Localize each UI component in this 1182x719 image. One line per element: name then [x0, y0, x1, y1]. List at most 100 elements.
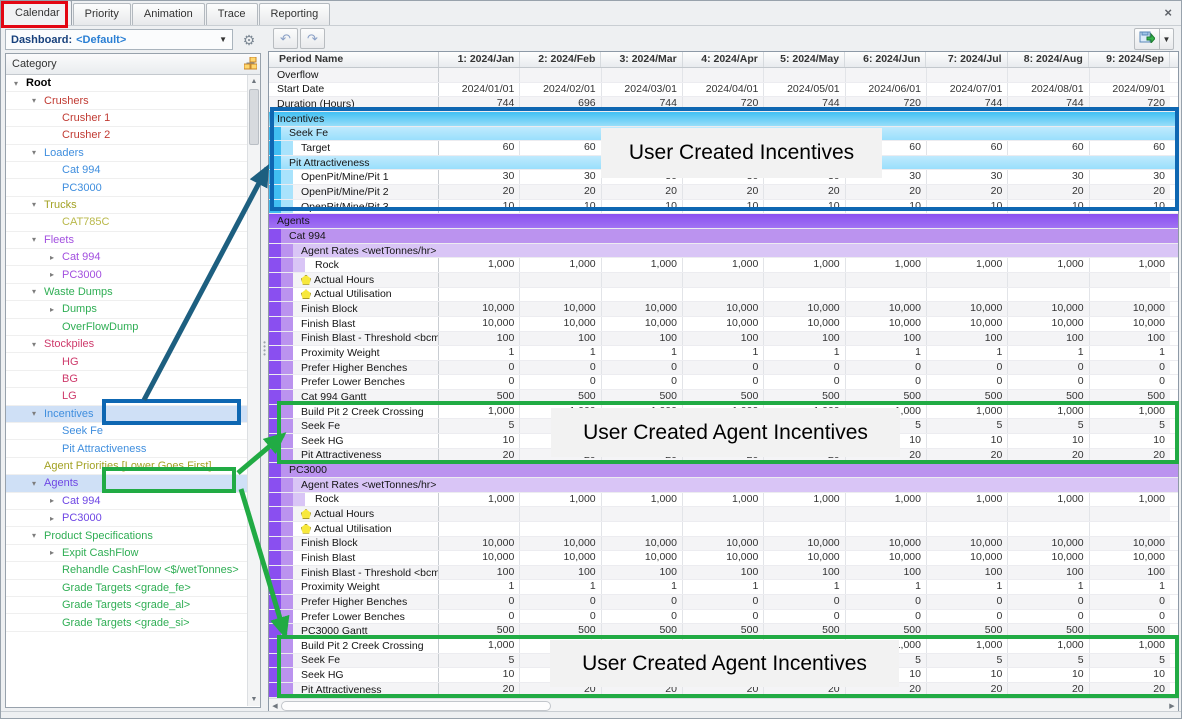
export-dropdown-button[interactable]: ▼	[1160, 28, 1174, 50]
grid-cell[interactable]: 10,000	[846, 551, 927, 565]
grid-row-label-cell[interactable]: Actual Utilisation	[293, 288, 439, 302]
grid-cell[interactable]: 100	[520, 332, 601, 346]
grid-cell[interactable]: 1	[1090, 580, 1170, 594]
grid-section-agent-rates-wettonnes-hr[interactable]: Agent Rates <wetTonnes/hr>	[293, 244, 1178, 258]
grid-cell[interactable]	[927, 288, 1008, 302]
grid-cell[interactable]	[1090, 273, 1170, 287]
grid-cell[interactable]: 1,000	[1090, 258, 1170, 272]
export-button[interactable]	[1134, 28, 1160, 50]
column-header-9-2024-sep[interactable]: 9: 2024/Sep	[1089, 52, 1170, 67]
tree-item-waste-dumps[interactable]: ▾Waste Dumps	[6, 284, 247, 301]
grid-cell[interactable]: 10	[602, 200, 683, 214]
grid-cell[interactable]	[927, 507, 1008, 521]
grid-cell[interactable]: 20	[846, 683, 927, 697]
grid-cell[interactable]: 500	[520, 624, 601, 638]
grid-cell[interactable]	[764, 68, 845, 82]
grid-cell[interactable]: 20	[683, 683, 764, 697]
grid-cell[interactable]: 20	[1090, 185, 1170, 199]
grid-cell[interactable]: 720	[683, 97, 764, 111]
tab-trace[interactable]: Trace	[206, 3, 258, 25]
category-column-header[interactable]: Category	[6, 54, 260, 75]
tree-item-cat785c[interactable]: CAT785C	[6, 214, 247, 231]
grid-cell[interactable]: 0	[439, 361, 520, 375]
expander-open-icon[interactable]: ▾	[32, 409, 44, 418]
grid-cell[interactable]: 30	[764, 170, 845, 184]
grid-cell[interactable]: 500	[683, 624, 764, 638]
column-header-5-2024-may[interactable]: 5: 2024/May	[764, 52, 845, 67]
grid-cell[interactable]: 10,000	[439, 551, 520, 565]
tree-item-root[interactable]: ▾Root	[6, 75, 247, 92]
grid-cell[interactable]: 10	[1008, 668, 1089, 682]
expander-open-icon[interactable]: ▾	[32, 287, 44, 296]
grid-cell[interactable]: 5	[846, 654, 927, 668]
grid-cell[interactable]: 720	[846, 97, 927, 111]
grid-cell[interactable]: 60	[683, 141, 764, 155]
grid-cell[interactable]: 5	[520, 419, 601, 433]
grid-cell[interactable]: 1	[683, 580, 764, 594]
grid-cell[interactable]: 100	[927, 566, 1008, 580]
grid-cell[interactable]: 30	[927, 170, 1008, 184]
grid-cell[interactable]: 1,000	[846, 639, 927, 653]
column-header-1-2024-jan[interactable]: 1: 2024/Jan	[439, 52, 520, 67]
grid-cell[interactable]: 500	[1090, 390, 1170, 404]
grid-cell[interactable]: 0	[927, 375, 1008, 389]
grid-cell[interactable]: 1	[520, 580, 601, 594]
grid-cell[interactable]: 500	[602, 624, 683, 638]
grid-cell[interactable]: 10	[683, 434, 764, 448]
expander-closed-icon[interactable]: ▸	[50, 514, 62, 523]
grid-cell[interactable]: 1,000	[1090, 405, 1170, 419]
grid-cell[interactable]: 1,000	[520, 639, 601, 653]
grid-cell[interactable]: 20	[439, 185, 520, 199]
grid-row-label-cell[interactable]: Seek Fe	[293, 419, 439, 433]
grid-row-label-cell[interactable]: Cat 994 Gantt	[293, 390, 439, 404]
grid-cell[interactable]: 500	[846, 624, 927, 638]
grid-cell[interactable]	[520, 68, 601, 82]
grid-cell[interactable]: 0	[1008, 610, 1089, 624]
expander-closed-icon[interactable]: ▸	[50, 496, 62, 505]
grid-cell[interactable]: 5	[1090, 419, 1170, 433]
grid-cell[interactable]	[439, 288, 520, 302]
grid-row-label-cell[interactable]: Pit Attractiveness	[293, 449, 439, 463]
grid-cell[interactable]: 1,000	[683, 493, 764, 507]
grid-cell[interactable]: 0	[1090, 361, 1170, 375]
grid-row-label-cell[interactable]: Actual Hours	[293, 273, 439, 287]
grid-cell[interactable]: 500	[764, 390, 845, 404]
expander-open-icon[interactable]: ▾	[32, 200, 44, 209]
grid-cell[interactable]: 1	[846, 346, 927, 360]
scroll-right-icon[interactable]: ▶	[1166, 702, 1178, 710]
grid-cell[interactable]: 1,000	[927, 639, 1008, 653]
grid-cell[interactable]: 30	[520, 170, 601, 184]
tab-animation[interactable]: Animation	[132, 3, 205, 25]
grid-cell[interactable]: 10	[602, 668, 683, 682]
panel-splitter-handle[interactable]: ••••	[262, 341, 267, 375]
grid-row-label-cell[interactable]: Overflow	[269, 68, 439, 82]
expander-closed-icon[interactable]: ▸	[50, 548, 62, 557]
grid-row-label-cell[interactable]: Rock	[305, 258, 439, 272]
grid-section-incentives[interactable]: Incentives	[269, 112, 1178, 126]
grid-cell[interactable]: 5	[927, 419, 1008, 433]
grid-row-label-cell[interactable]: OpenPit/Mine/Pit 2	[293, 185, 439, 199]
tree-item-pc3000[interactable]: PC3000	[6, 179, 247, 196]
grid-cell[interactable]: 1,000	[439, 258, 520, 272]
grid-cell[interactable]: 1,000	[602, 258, 683, 272]
grid-cell[interactable]: 500	[927, 624, 1008, 638]
grid-cell[interactable]: 1,000	[846, 405, 927, 419]
grid-row-label-cell[interactable]: Finish Block	[293, 302, 439, 316]
grid-cell[interactable]: 5	[846, 419, 927, 433]
grid-cell[interactable]: 1,000	[764, 258, 845, 272]
grid-cell[interactable]: 10,000	[439, 302, 520, 316]
grid-cell[interactable]: 100	[1008, 566, 1089, 580]
grid-cell[interactable]	[1090, 288, 1170, 302]
grid-cell[interactable]: 1,000	[846, 493, 927, 507]
grid-cell[interactable]: 500	[927, 390, 1008, 404]
grid-cell[interactable]: 1	[1008, 580, 1089, 594]
grid-cell[interactable]: 1	[520, 346, 601, 360]
grid-cell[interactable]	[439, 507, 520, 521]
tab-calendar[interactable]: Calendar	[3, 0, 72, 25]
grid-cell[interactable]: 0	[927, 595, 1008, 609]
grid-cell[interactable]: 5	[602, 419, 683, 433]
grid-cell[interactable]	[602, 68, 683, 82]
grid-cell[interactable]: 100	[520, 566, 601, 580]
grid-cell[interactable]: 20	[1008, 185, 1089, 199]
expander-open-icon[interactable]: ▾	[32, 531, 44, 540]
